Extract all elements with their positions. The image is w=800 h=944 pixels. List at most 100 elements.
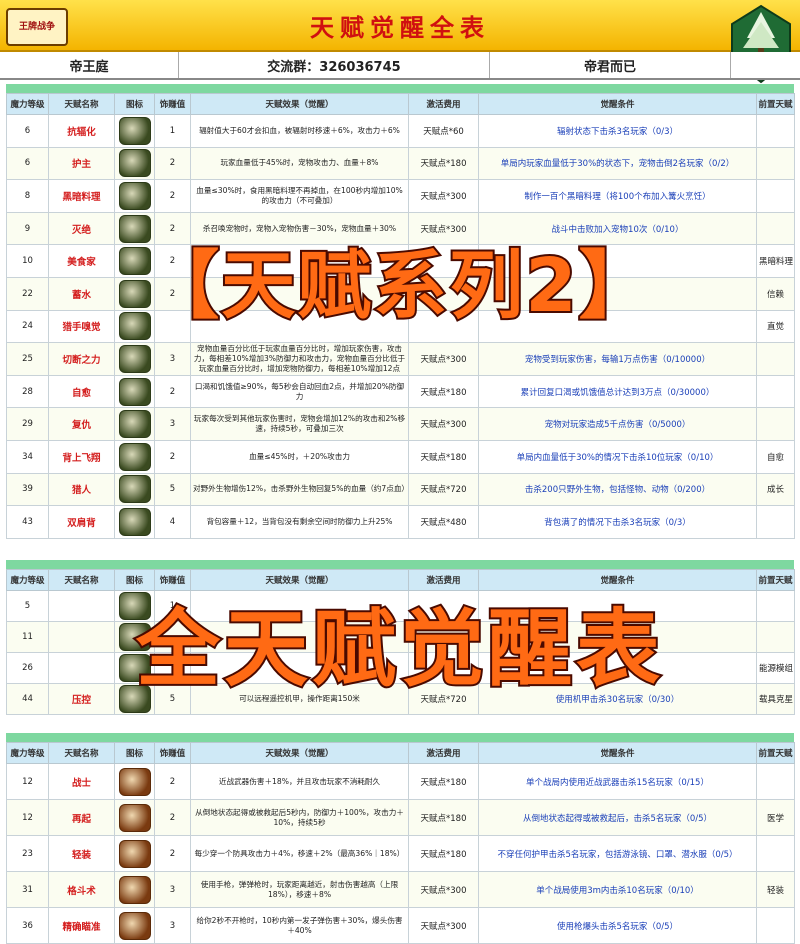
column-header: 觉醒条件	[478, 93, 757, 115]
author-right: 帝君而已	[490, 52, 731, 78]
cell-talent-icon	[114, 835, 155, 872]
cell-talent-name: 自愈	[48, 374, 115, 409]
cell-prerequisite	[756, 835, 795, 872]
column-header: 饰赚值	[154, 742, 191, 764]
cell-effect: 玩家每次受到其他玩家伤害时，宠物会增加12%的攻击和2%移速，持续5秒，可叠加三…	[190, 407, 409, 441]
table-row: 36 精确瞄准 3 给你2秒不开枪时，10秒内第一发子弹伤害＋30%，爆头伤害＋40%…	[6, 907, 795, 944]
cell-cost: 天赋点*180	[408, 799, 479, 836]
overlay-title-table: 全天赋觉醒表	[134, 598, 664, 700]
cell-cost: 天赋点*720	[408, 472, 479, 507]
cell-talent-icon	[114, 505, 155, 539]
overlay-title-series: 【天赋系列2】	[143, 241, 655, 331]
cell-prerequisite	[756, 907, 795, 944]
cell-condition: 单局内血量低于30%的情况下击杀10位玩家（0/10）	[478, 439, 757, 474]
table-row: 12 战士 2 近战武器伤害＋18%，并且攻击玩家不消耗耐久 天赋点*180 单个战局内使…	[6, 763, 795, 800]
cell-level: 31	[6, 871, 49, 908]
talent-icon	[118, 344, 151, 373]
cell-cost: 天赋点*300	[408, 871, 479, 908]
cell-value: 2	[154, 146, 191, 181]
cell-condition: 辐射状态下击杀3名玩家（0/3）	[478, 114, 757, 148]
cell-talent-icon	[114, 179, 155, 213]
cell-condition: 不穿任何护甲击杀5名玩家，包括游泳镜、口罩、潜水服（0/5）	[478, 835, 757, 872]
cell-cost: 天赋点*180	[408, 835, 479, 872]
cell-cost: 天赋点*300	[408, 342, 479, 376]
column-header: 觉醒条件	[478, 742, 757, 764]
cell-talent-name: 双肩背	[48, 505, 115, 539]
table-row: 23 轻装 2 每少穿一个防具攻击力＋4%，移速＋2%（最高36%｜18%） 天赋点*1…	[6, 835, 795, 872]
talent-icon	[118, 116, 151, 145]
table-row: 39 猎人 5 对野外生物增伤12%，击杀野外生物回复5%的血量（约7点血） 天赋点*7…	[6, 472, 795, 507]
cell-value: 3	[154, 907, 191, 944]
cell-effect: 口渴和饥饿值≥90%，每5秒会自动回血2点，并增加20%防御力	[190, 374, 409, 409]
cell-talent-name: 背上飞翔	[48, 439, 115, 474]
cell-level: 12	[6, 799, 49, 836]
cell-talent-name: 黑暗料理	[48, 179, 115, 213]
cell-cost: 天赋点*180	[408, 763, 479, 800]
cell-cost: 天赋点*300	[408, 407, 479, 441]
talent-icon	[118, 507, 151, 536]
cell-value: 3	[154, 407, 191, 441]
cell-effect: 给你2秒不开枪时，10秒内第一发子弹伤害＋30%，爆头伤害＋40%	[190, 907, 409, 944]
table-row: 31 格斗术 3 使用手枪，弹弹枪时，玩家距离越近，射击伤害越高（上限18%），移速＋…	[6, 871, 795, 908]
info-bar: 帝王庭 交流群：326036745 帝君而已	[0, 52, 800, 80]
cell-prerequisite	[756, 505, 795, 539]
cell-talent-icon	[114, 439, 155, 474]
title-banner: 王牌战争 天赋觉醒全表	[0, 0, 800, 52]
cell-value: 2	[154, 374, 191, 409]
cell-level: 36	[6, 907, 49, 944]
cell-condition: 使用枪爆头击杀5名玩家（0/5）	[478, 907, 757, 944]
cell-prerequisite	[756, 146, 795, 181]
cell-effect: 背包容量＋12，当背包没有剩余空间时防御力上升25%	[190, 505, 409, 539]
cell-effect: 从倒地状态起得或被救起后5秒内，防御力＋100%，攻击力＋10%，持续5秒	[190, 799, 409, 836]
cell-cost: 天赋点*180	[408, 439, 479, 474]
page-title: 天赋觉醒全表	[310, 14, 490, 42]
cell-cost: 天赋点*300	[408, 907, 479, 944]
column-header: 天赋效果（觉醒）	[190, 93, 409, 115]
cell-condition: 宠物对玩家造成5千点伤害（0/5000）	[478, 407, 757, 441]
cell-talent-icon	[114, 871, 155, 908]
cell-value: 4	[154, 505, 191, 539]
cell-level: 12	[6, 763, 49, 800]
cell-prerequisite	[756, 114, 795, 148]
talent-icon	[118, 410, 151, 439]
cell-prerequisite	[756, 763, 795, 800]
cell-cost: 天赋点*180	[408, 146, 479, 181]
column-header: 图标	[114, 93, 155, 115]
column-header: 饰赚值	[154, 93, 191, 115]
column-header: 图标	[114, 742, 155, 764]
talent-icon	[118, 875, 151, 904]
talent-icon	[118, 181, 151, 210]
table-row: 6 护主 2 玩家血量低于45%时，宠物攻击力、血量＋8% 天赋点*180 单局内玩家血量…	[6, 146, 795, 181]
column-header: 魔力等级	[6, 742, 49, 764]
cell-level: 39	[6, 472, 49, 507]
cell-effect: 每少穿一个防具攻击力＋4%，移速＋2%（最高36%｜18%）	[190, 835, 409, 872]
cell-talent-name: 格斗术	[48, 871, 115, 908]
cell-talent-name: 猎人	[48, 472, 115, 507]
cell-level: 23	[6, 835, 49, 872]
cell-cost: 天赋点*60	[408, 114, 479, 148]
table-row: 43 双肩背 4 背包容量＋12，当背包没有剩余空间时防御力上升25% 天赋点*480 背…	[6, 505, 795, 539]
cell-effect: 宠物血量百分比低于玩家血量百分比时，增加玩家伤害，攻击力，每相差10%增加3%防…	[190, 342, 409, 376]
table-row: 34 背上飞翔 2 血量≤45%时，＋20%攻击力 天赋点*180 单局内血量低于30%的…	[6, 439, 795, 474]
talent-icon	[118, 475, 151, 504]
cell-talent-name: 战士	[48, 763, 115, 800]
cell-value: 2	[154, 763, 191, 800]
cell-level: 34	[6, 439, 49, 474]
cell-talent-icon	[114, 342, 155, 376]
cell-level: 6	[6, 146, 49, 181]
column-header: 激活费用	[408, 93, 479, 115]
cell-condition: 累计回复口渴或饥饿值总计达到3万点（0/30000）	[478, 374, 757, 409]
cell-talent-icon	[114, 799, 155, 836]
author-left: 帝王庭	[0, 52, 179, 78]
cell-effect: 对野外生物增伤12%，击杀野外生物回复5%的血量（约7点血）	[190, 472, 409, 507]
cell-level: 29	[6, 407, 49, 441]
cell-condition: 单局内玩家血量低于30%的状态下，宠物击倒2名玩家（0/2）	[478, 146, 757, 181]
talent-icon	[118, 803, 151, 832]
cell-prerequisite	[756, 342, 795, 376]
cell-prerequisite	[756, 407, 795, 441]
column-header: 前置天赋	[756, 93, 795, 115]
cell-effect: 近战武器伤害＋18%，并且攻击玩家不消耗耐久	[190, 763, 409, 800]
cell-prerequisite: 自愈	[756, 439, 795, 474]
column-header: 前置天赋	[756, 742, 795, 764]
cell-talent-icon	[114, 146, 155, 181]
